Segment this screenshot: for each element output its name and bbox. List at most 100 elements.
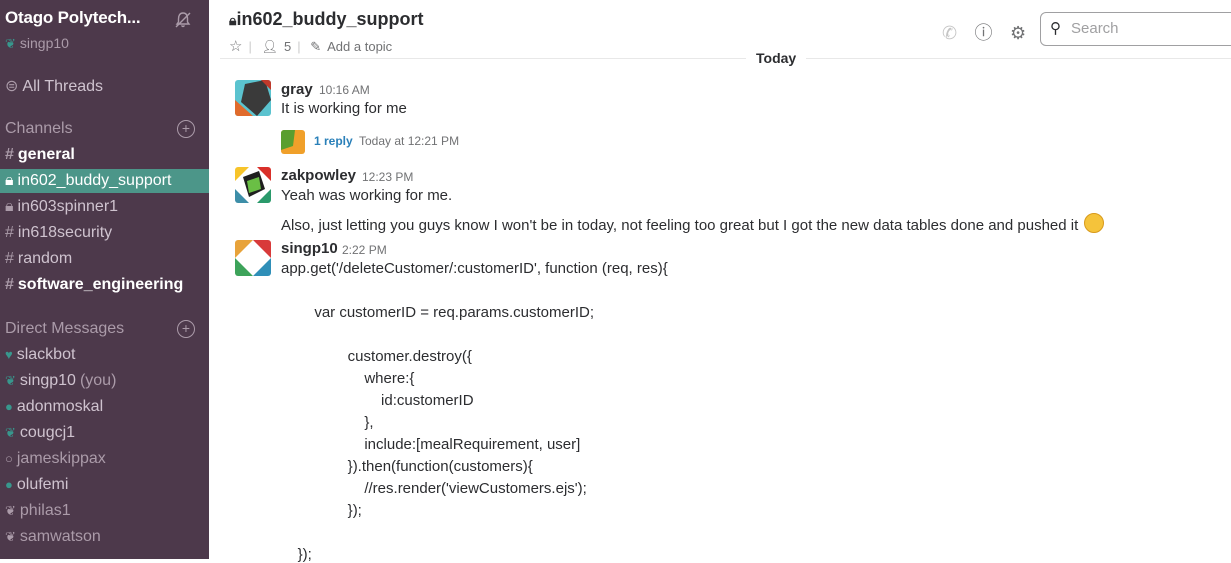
- heart-icon: ♥: [5, 347, 13, 362]
- search-input[interactable]: ⚲ Search: [1040, 12, 1231, 46]
- phone-icon[interactable]: ✆: [942, 23, 957, 44]
- thread-reply-link[interactable]: 1 reply: [314, 134, 353, 148]
- sidebar-item-in618security[interactable]: # in618security: [0, 221, 209, 245]
- sidebar-dm-adonmoskal[interactable]: ● adonmoskal: [0, 395, 209, 419]
- code-line: where:{: [281, 370, 415, 387]
- add-dm-icon[interactable]: +: [177, 320, 195, 338]
- info-icon[interactable]: ⓘ: [975, 19, 993, 45]
- message-text: Also, just letting you guys know I won't…: [281, 213, 1105, 234]
- message-text-line: Also, just letting you guys know I won't…: [281, 217, 1079, 234]
- hash-icon: #: [5, 146, 14, 163]
- channel-label: general: [17, 146, 75, 163]
- hash-icon: #: [5, 276, 14, 293]
- gear-icon[interactable]: ⚙: [1010, 23, 1026, 44]
- direct-messages-header[interactable]: Direct Messages +: [5, 320, 195, 338]
- add-topic-link[interactable]: Add a topic: [327, 39, 392, 54]
- search-placeholder: Search: [1071, 20, 1119, 37]
- members-icon[interactable]: 👤︎: [261, 39, 278, 54]
- presence-icon: ❦: [5, 36, 16, 51]
- all-threads-label: All Threads: [22, 78, 104, 95]
- dm-label: philas1: [19, 502, 71, 519]
- message-author[interactable]: zakpowley: [281, 167, 356, 184]
- notifications-bell-icon[interactable]: [174, 11, 192, 29]
- channel-meta: ☆ | 👤︎ 5 | ✎ Add a topic: [229, 38, 393, 55]
- lock-icon: 🔒︎: [5, 198, 14, 215]
- lock-icon: 🔒︎: [5, 172, 14, 189]
- dm-label: cougcj1: [19, 424, 76, 441]
- you-label: (you): [79, 372, 117, 389]
- hash-icon: #: [5, 224, 14, 241]
- away-dot-icon: ○: [5, 451, 13, 466]
- current-user-name: singp10: [19, 35, 69, 51]
- sidebar-dm-jameskippax[interactable]: ○ jameskippax: [0, 447, 209, 471]
- dm-label: adonmoskal: [16, 398, 104, 415]
- channel-label: software_engineering: [17, 276, 184, 293]
- star-icon[interactable]: ☆: [229, 38, 242, 55]
- pencil-icon: ✎: [310, 39, 322, 54]
- code-line: },: [281, 414, 374, 431]
- sidebar-dm-olufemi[interactable]: ● olufemi: [0, 473, 209, 497]
- sidebar-dm-slackbot[interactable]: ♥ slackbot: [0, 343, 209, 367]
- member-count[interactable]: 5: [284, 39, 291, 54]
- threads-icon: ⊜: [5, 78, 19, 95]
- dm-label: samwatson: [19, 528, 101, 545]
- hash-icon: #: [5, 250, 14, 267]
- channels-header[interactable]: Channels +: [5, 120, 195, 138]
- sidebar-dm-samwatson[interactable]: ❦ samwatson: [0, 525, 209, 549]
- avatar[interactable]: [235, 167, 271, 203]
- away-presence-icon: ❦: [5, 529, 16, 544]
- code-line: customer.destroy({: [281, 348, 472, 365]
- current-user[interactable]: ❦ singp10: [5, 35, 69, 52]
- sidebar-item-in603spinner1[interactable]: 🔒︎ in603spinner1: [0, 195, 209, 219]
- sidebar-dm-cougcj1[interactable]: ❦ cougcj1: [0, 421, 209, 445]
- sidebar-item-general[interactable]: # general: [0, 143, 209, 167]
- day-divider: Today: [746, 50, 807, 66]
- channel-label: random: [17, 250, 73, 267]
- channels-header-label: Channels: [5, 120, 73, 137]
- code-line: });: [281, 546, 312, 563]
- message-text: It is working for me: [281, 100, 407, 117]
- presence-icon: ❦: [5, 373, 16, 388]
- dm-label: singp10: [19, 372, 76, 389]
- avatar[interactable]: [235, 240, 271, 276]
- avatar[interactable]: [235, 80, 271, 116]
- message-text: Yeah was working for me.: [281, 187, 453, 204]
- code-line: });: [281, 502, 362, 519]
- channel-label: in602_buddy_support: [17, 172, 172, 189]
- message-author[interactable]: gray: [281, 81, 313, 98]
- message-time[interactable]: 10:16 AM: [319, 83, 370, 97]
- online-dot-icon: ●: [5, 399, 13, 414]
- dm-label: jameskippax: [16, 450, 106, 467]
- sidebar-item-software-engineering[interactable]: # software_engineering: [0, 273, 209, 297]
- code-line: var customerID = req.params.customerID;: [281, 304, 595, 321]
- message-time[interactable]: 12:23 PM: [362, 170, 413, 184]
- presence-icon: ❦: [5, 425, 16, 440]
- dm-label: slackbot: [16, 346, 76, 363]
- sidebar-dm-singp10[interactable]: ❦ singp10 (you): [0, 369, 209, 393]
- code-line: }).then(function(customers){: [281, 458, 533, 475]
- channel-label: in618security: [17, 224, 113, 241]
- code-line: id:customerID: [281, 392, 474, 409]
- online-dot-icon: ●: [5, 477, 13, 492]
- reply-avatar: [281, 130, 305, 154]
- search-icon: ⚲: [1050, 20, 1061, 37]
- sidebar: Otago Polytech... ❦ singp10 ⊜ All Threads …: [0, 0, 209, 559]
- sidebar-item-random[interactable]: # random: [0, 247, 209, 271]
- message-author[interactable]: singp10: [281, 240, 338, 257]
- channel-title-text: in602_buddy_support: [236, 9, 424, 29]
- smile-emoji-icon: [1084, 213, 1105, 233]
- channel-header: 🔒︎in602_buddy_support ☆ | 👤︎ 5 | ✎ Add a top…: [209, 0, 1231, 58]
- add-channel-icon[interactable]: +: [177, 120, 195, 138]
- channel-title[interactable]: 🔒︎in602_buddy_support: [229, 9, 423, 30]
- code-line: app.get('/deleteCustomer/:customerID', f…: [281, 260, 668, 277]
- message-time[interactable]: 2:22 PM: [342, 243, 387, 257]
- direct-messages-label: Direct Messages: [5, 320, 125, 337]
- dm-label: olufemi: [16, 476, 69, 493]
- all-threads-link[interactable]: ⊜ All Threads: [5, 76, 103, 96]
- code-line: //res.render('viewCustomers.ejs');: [281, 480, 587, 497]
- channel-label: in603spinner1: [17, 198, 119, 215]
- thread-reply-time: Today at 12:21 PM: [359, 134, 460, 148]
- sidebar-item-in602-buddy-support[interactable]: 🔒︎ in602_buddy_support: [0, 169, 209, 193]
- team-name[interactable]: Otago Polytech...: [5, 8, 141, 28]
- sidebar-dm-philas1[interactable]: ❦ philas1: [0, 499, 209, 523]
